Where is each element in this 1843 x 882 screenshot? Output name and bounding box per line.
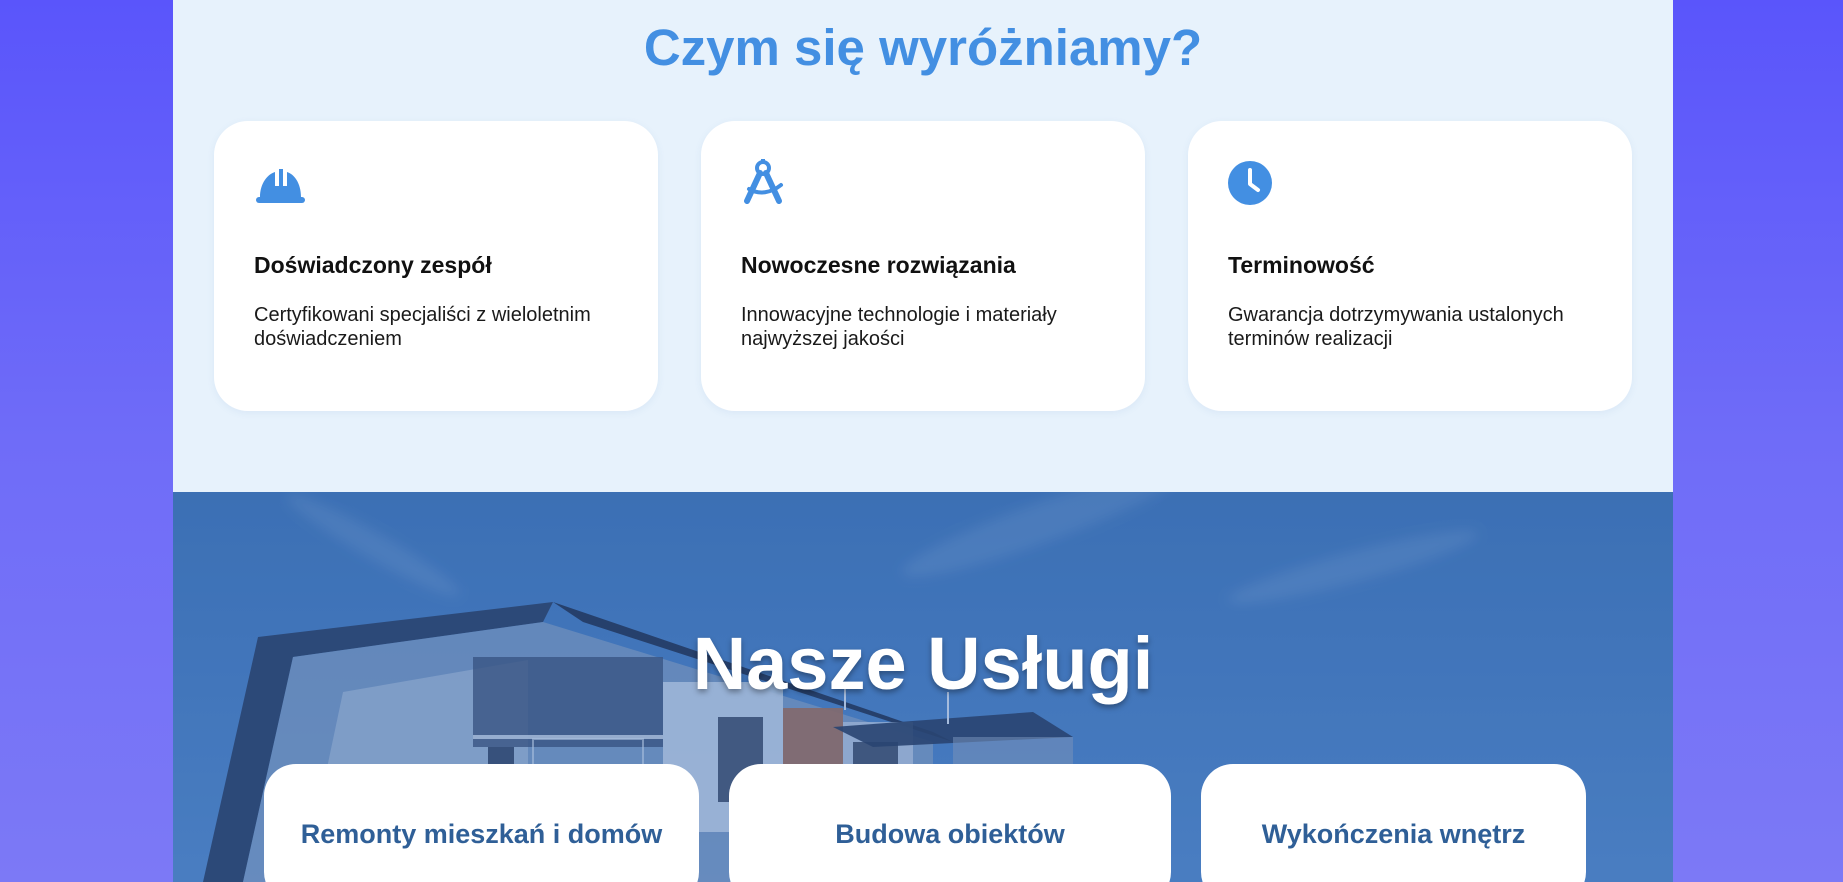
feature-card-team: Doświadczony zespół Certyfikowani specja… (214, 121, 658, 411)
service-card-title: Budowa obiektów (835, 819, 1065, 849)
feature-card-title: Nowoczesne rozwiązania (741, 252, 1016, 278)
feature-card-text: Certyfikowani specjaliści z wieloletnim … (254, 304, 591, 350)
feature-card-text: Gwarancja dotrzymywania ustalonych termi… (1228, 304, 1564, 350)
feature-card-timeliness: Terminowość Gwarancja dotrzymywania usta… (1188, 121, 1632, 411)
service-card-title: Wykończenia wnętrz (1261, 819, 1526, 849)
services-section: Nasze Usługi Remonty mieszkań i domów Bu… (173, 492, 1673, 882)
service-card-renovations[interactable]: Remonty mieszkań i domów (264, 764, 699, 882)
service-card-title: Remonty mieszkań i domów (300, 819, 663, 849)
feature-card-modern: Nowoczesne rozwiązania Innowacyjne techn… (701, 121, 1145, 411)
clock-icon (1228, 159, 1280, 207)
hard-hat-icon (254, 159, 306, 207)
feature-card-title: Terminowość (1228, 252, 1375, 278)
features-section: Czym się wyróżniamy? Doświadczony zespół… (173, 0, 1673, 492)
compass-drafting-icon (741, 159, 793, 207)
feature-card-text: Innowacyjne technologie i materiały najw… (741, 304, 1057, 350)
service-card-construction[interactable]: Budowa obiektów (729, 764, 1171, 882)
services-title: Nasze Usługi (692, 622, 1154, 705)
features-title: Czym się wyróżniamy? (643, 19, 1203, 76)
feature-card-title: Doświadczony zespół (254, 252, 492, 278)
page-content: Czym się wyróżniamy? Doświadczony zespół… (173, 0, 1673, 882)
service-card-interior-finishing[interactable]: Wykończenia wnętrz (1201, 764, 1586, 882)
